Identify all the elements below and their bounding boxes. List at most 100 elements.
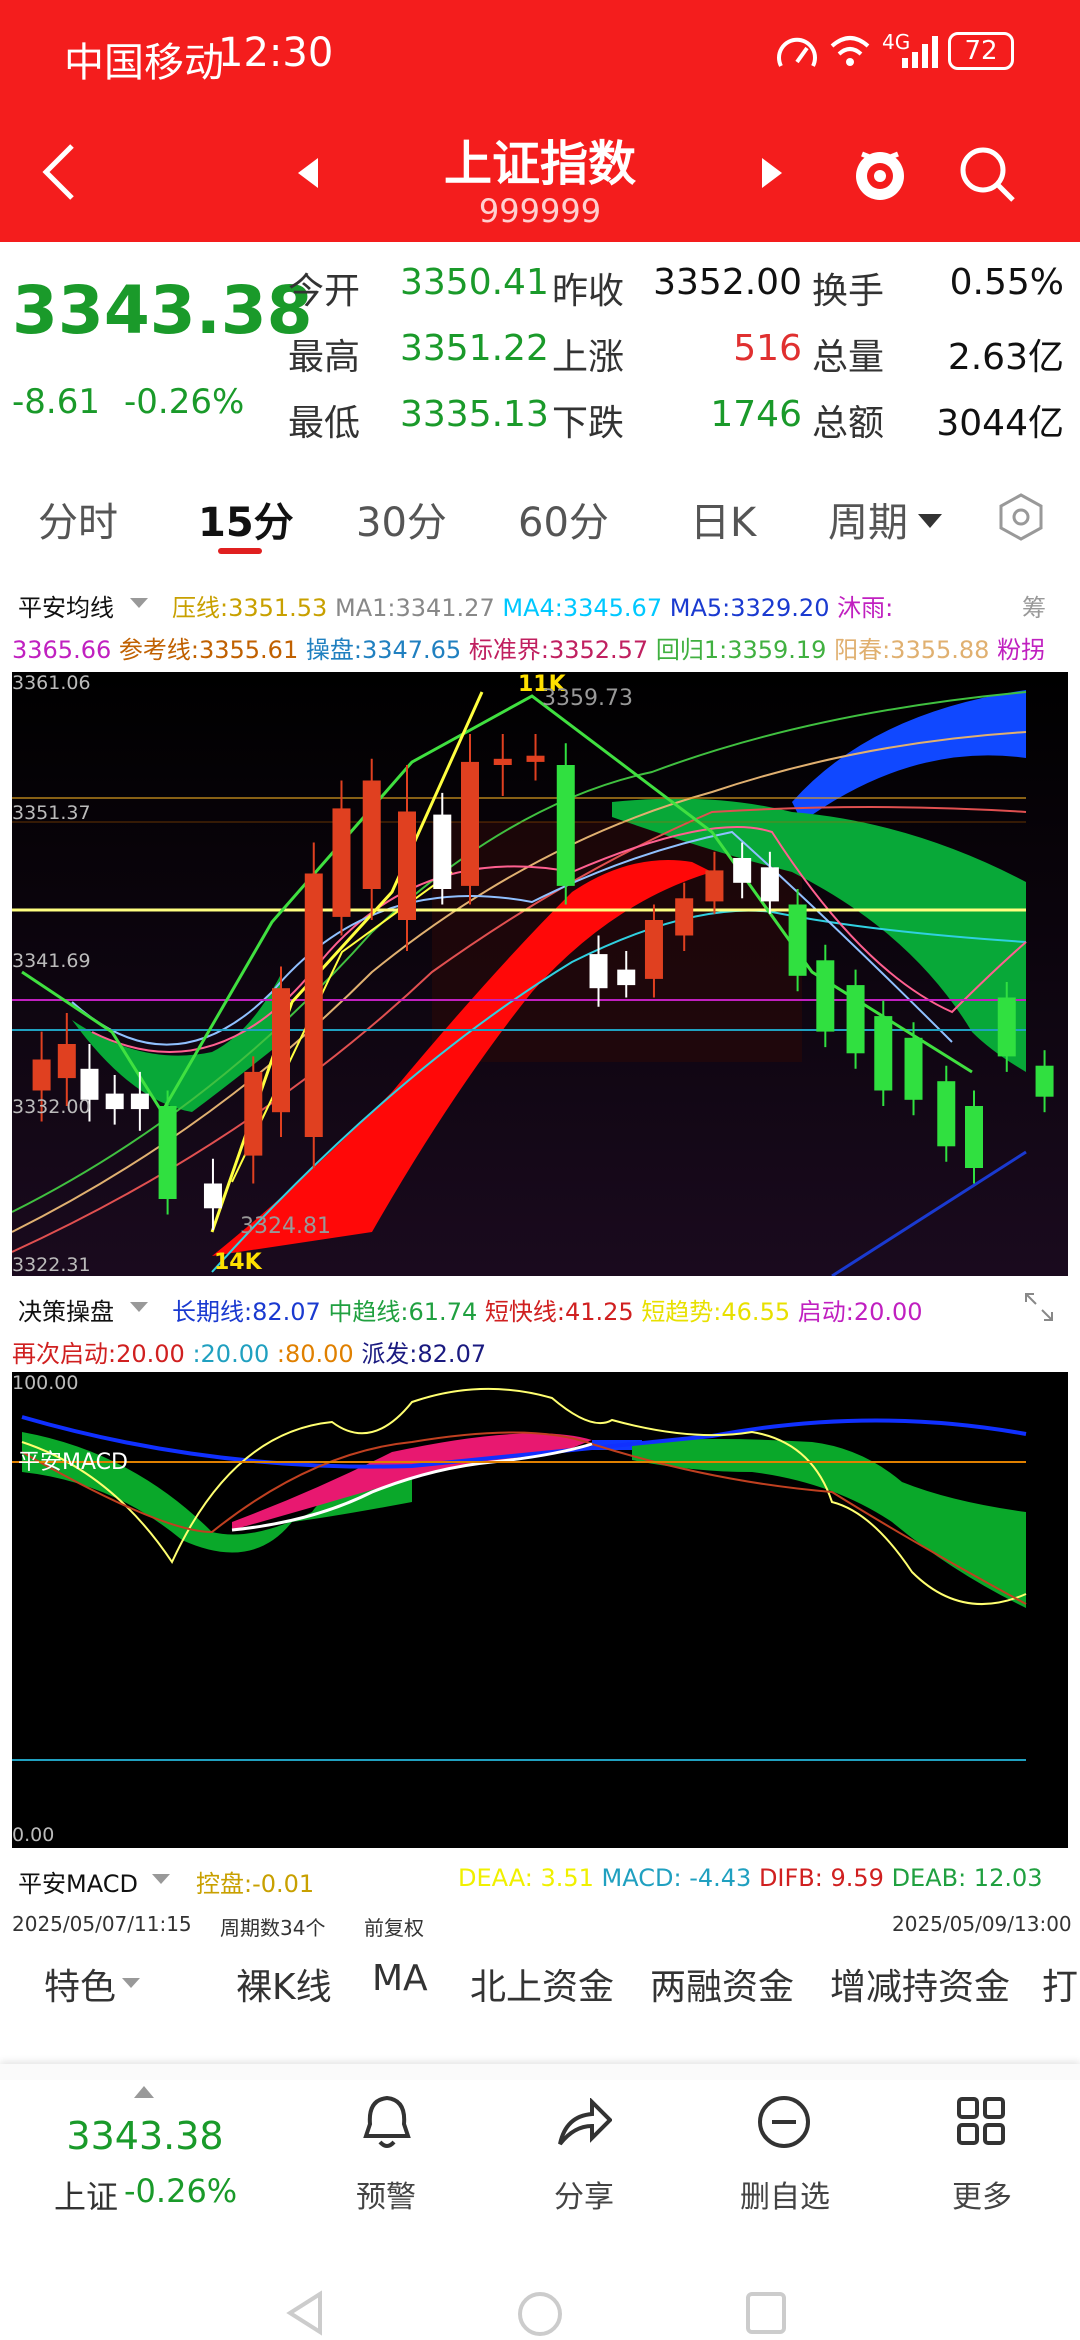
tab-day-k[interactable]: 日K	[690, 490, 756, 548]
jc-item: 启动:20.00	[797, 1298, 923, 1326]
share-button[interactable]: 分享	[534, 2172, 634, 2216]
ma-indicator-name[interactable]: 平安均线	[18, 588, 114, 623]
jc-axis-bottom: 0.00	[12, 1824, 55, 1846]
macd-item: MACD: -4.43	[601, 1864, 752, 1892]
back-arrow-icon[interactable]	[40, 142, 80, 202]
ma-item: 沐雨:	[837, 594, 894, 622]
tab-timeshare[interactable]: 分时	[38, 490, 118, 548]
macd-item: DEAA: 3.51	[458, 1864, 594, 1892]
jc-axis-top: 100.00	[12, 1372, 79, 1394]
feature-tab[interactable]: 裸K线	[236, 1958, 332, 2010]
nav-recent-icon[interactable]	[744, 2290, 788, 2336]
alert-button[interactable]: 预警	[336, 2172, 436, 2216]
kline-chart[interactable]: 3361.06 3351.37 3341.69 3332.00 3322.31 …	[12, 672, 1068, 1276]
candle-body	[846, 985, 865, 1054]
battery-icon: 72	[948, 32, 1014, 70]
remove-watchlist-icon[interactable]	[756, 2094, 812, 2150]
open-value: 3350.41	[400, 262, 549, 303]
ma-item: 回归1:3359.19	[655, 636, 827, 664]
search-icon[interactable]	[955, 142, 1019, 206]
open-label: 今开	[288, 271, 361, 312]
last-price: 3343.38	[12, 272, 313, 349]
active-tab-indicator	[218, 548, 262, 554]
jc-item: 中趋线:61.74	[328, 1298, 478, 1326]
price-change: -8.61	[12, 382, 100, 422]
stock-code: 999999	[478, 192, 602, 230]
feature-tab[interactable]: 增减持资金	[830, 1958, 1010, 2010]
nav-home-icon[interactable]	[516, 2290, 564, 2336]
nav-back-icon[interactable]	[284, 2290, 324, 2336]
share-icon[interactable]	[556, 2098, 612, 2148]
more-button[interactable]: 更多	[932, 2172, 1032, 2216]
candle-body	[733, 858, 752, 883]
feature-tab[interactable]: 特色	[44, 1958, 116, 2010]
speed-icon	[777, 37, 817, 67]
mascot-icon[interactable]	[850, 140, 910, 206]
decision-chart[interactable]: 100.00 0.00 平安MACD	[12, 1372, 1068, 1848]
expand-icon[interactable]	[1024, 1292, 1054, 1322]
feature-tabs: 特色 裸K线 MA 北上资金 两融资金 增减持资金 打	[0, 1950, 1080, 2030]
candle-body	[705, 870, 724, 902]
volume-value: 2.63亿	[947, 337, 1064, 378]
macd-item: DEAB: 12.03	[891, 1864, 1043, 1892]
settings-hexagon-icon[interactable]	[996, 492, 1046, 542]
bottom-pct: -0.26%	[124, 2172, 238, 2210]
amount-value: 3044亿	[936, 403, 1064, 444]
candle-body	[675, 898, 694, 936]
jc-item: 再次启动:20.00	[12, 1340, 185, 1368]
adjust-mode[interactable]: 前复权	[364, 1912, 424, 1941]
tab-30min[interactable]: 30分	[356, 490, 447, 548]
low-marker-value: 3324.81	[240, 1214, 331, 1239]
fall-count: 1746	[710, 394, 802, 435]
tab-15min[interactable]: 15分	[198, 490, 294, 548]
feature-tab[interactable]: 打	[1042, 1958, 1078, 2010]
collapse-arrow-icon[interactable]	[134, 2084, 154, 2098]
tab-period[interactable]: 周期	[828, 490, 908, 548]
low-label: 最低	[288, 403, 361, 444]
macd-indicator-name[interactable]: 平安MACD	[18, 1864, 138, 1899]
ma-item: 参考线:3355.61	[118, 636, 299, 664]
candle-body	[158, 1106, 177, 1199]
kline-svg	[12, 672, 1068, 1276]
ma-item: MA5:3329.20	[669, 594, 830, 622]
rise-count: 516	[733, 328, 802, 369]
candle-body	[244, 1071, 263, 1156]
grid-more-icon[interactable]	[956, 2096, 1006, 2146]
candle-body	[760, 867, 779, 902]
ma-item: 阳春:3355.88	[834, 636, 990, 664]
candle-body	[617, 969, 636, 986]
prev-stock-icon[interactable]	[296, 156, 320, 190]
candle-body	[130, 1093, 149, 1110]
jc-item: :80.00	[276, 1340, 354, 1368]
candle-body	[433, 814, 452, 889]
feature-tab[interactable]: 北上资金	[470, 1958, 614, 2010]
next-stock-icon[interactable]	[760, 156, 784, 190]
feature-tab[interactable]: 两融资金	[650, 1958, 794, 2010]
jc-dropdown-icon	[130, 1302, 148, 1312]
chip-label[interactable]: 筹	[1022, 588, 1046, 623]
price-change-pct: -0.26%	[124, 382, 245, 422]
candle-body	[937, 1081, 956, 1147]
remove-watchlist-button[interactable]: 删自选	[720, 2172, 850, 2216]
feature-tab[interactable]: MA	[372, 1958, 428, 1999]
candle-body	[788, 904, 807, 976]
low-marker: 14K	[214, 1250, 262, 1275]
ma-item: 3365.66	[12, 636, 112, 664]
carrier-label: 中国移动	[64, 40, 224, 86]
wifi-icon	[830, 36, 870, 66]
jc-indicator-name[interactable]: 决策操盘	[18, 1292, 114, 1327]
candle-body	[362, 780, 381, 889]
prev-close-value: 3352.00	[653, 262, 802, 303]
macd-overlay-name: 平安MACD	[18, 1450, 128, 1475]
ma-dropdown-icon	[130, 598, 148, 608]
bar-shadow	[0, 2064, 1080, 2080]
prev-close-label: 昨收	[552, 271, 625, 312]
ma-item: 压线:3351.53	[172, 594, 328, 622]
macd-dropdown-icon	[152, 1874, 170, 1884]
tab-60min[interactable]: 60分	[518, 490, 609, 548]
candle-body	[461, 761, 479, 886]
bell-icon[interactable]	[360, 2092, 414, 2152]
candle-body	[32, 1059, 51, 1091]
top-header: 中国移动 12:30 4G 72 上证指数 999999	[0, 0, 1080, 242]
ma-item: MA4:3345.67	[502, 594, 663, 622]
